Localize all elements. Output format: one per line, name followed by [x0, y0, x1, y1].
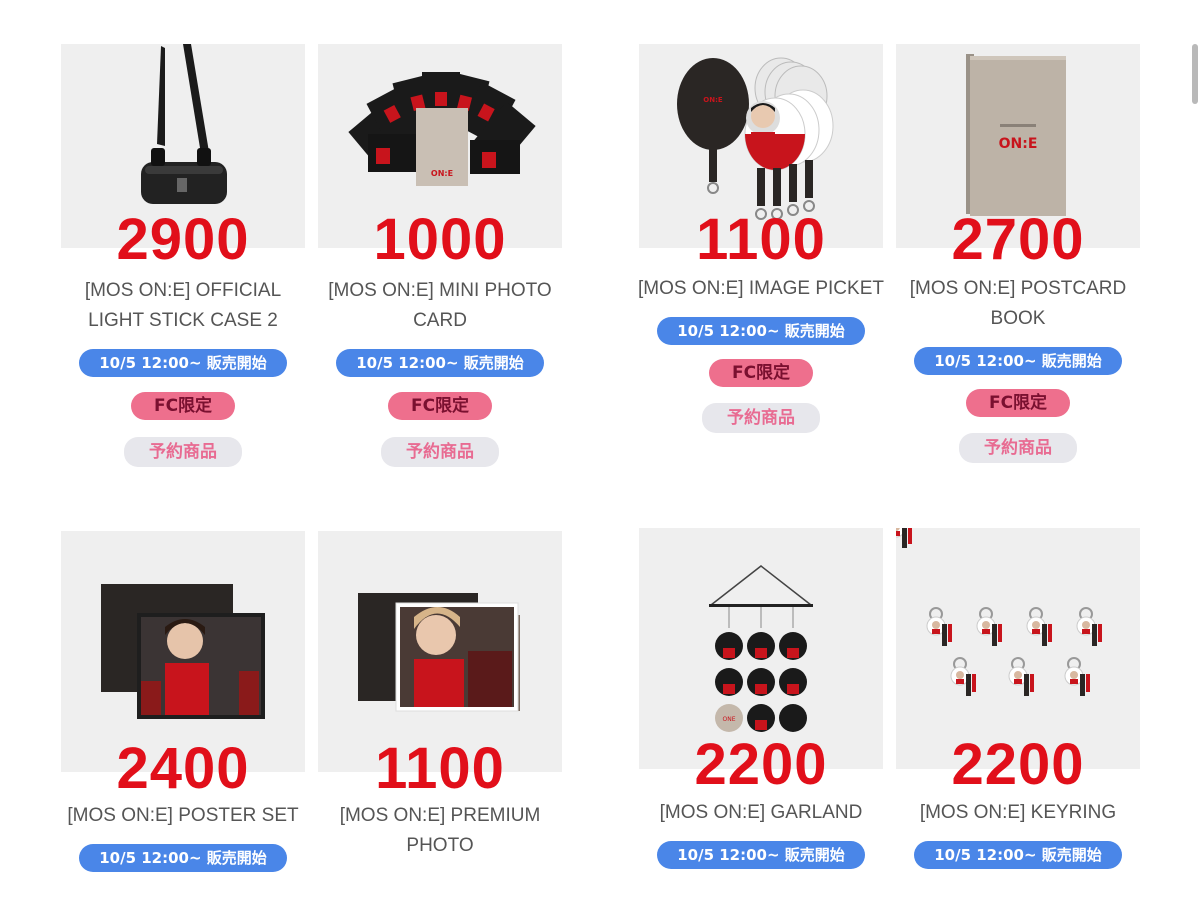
sale-start-badge: 10/5 12:00~ 販売開始	[79, 349, 287, 377]
product-price: 1100	[696, 207, 826, 272]
product-price: 1000	[373, 207, 507, 272]
sale-start-badge: 10/5 12:00~ 販売開始	[914, 347, 1122, 375]
product-card[interactable]: 2200 [MOS ON:E] KEYRING 10/5 12:00~ 販売開始	[896, 528, 1140, 869]
fc-limited-badge: FC限定	[388, 392, 492, 420]
product-price: 2200	[694, 732, 828, 797]
logo-text: ON:E	[431, 169, 453, 178]
logo-text: ONE	[722, 716, 735, 723]
scrollbar[interactable]	[1192, 44, 1198, 104]
product-card[interactable]: 2400 [MOS ON:E] POSTER SET 10/5 12:00~ 販…	[61, 531, 305, 872]
reservation-badge: 予約商品	[959, 433, 1077, 463]
product-title[interactable]: [MOS ON:E] KEYRING	[890, 798, 1146, 828]
product-title[interactable]: [MOS ON:E] IMAGE PICKET	[633, 274, 889, 304]
sale-start-badge: 10/5 12:00~ 販売開始	[657, 317, 865, 345]
product-price: 2400	[116, 736, 250, 801]
product-title[interactable]: [MOS ON:E] POSTER SET	[55, 801, 311, 831]
product-card[interactable]: ON:E 2700 [MOS ON:E] POSTCARD BOOK 10/5 …	[896, 44, 1140, 463]
sale-start-badge: 10/5 12:00~ 販売開始	[79, 844, 287, 872]
fc-limited-badge: FC限定	[131, 392, 235, 420]
product-price: 2900	[116, 207, 250, 272]
product-title[interactable]: [MOS ON:E] GARLAND	[633, 798, 889, 828]
product-title[interactable]: [MOS ON:E] PREMIUM PHOTO	[312, 801, 568, 861]
sale-start-badge: 10/5 12:00~ 販売開始	[336, 349, 544, 377]
fc-limited-badge: FC限定	[966, 389, 1070, 417]
sale-start-badge: 10/5 12:00~ 販売開始	[657, 841, 865, 869]
sale-start-badge: 10/5 12:00~ 販売開始	[914, 841, 1122, 869]
logo-text: ON:E	[703, 96, 723, 104]
fc-limited-badge: FC限定	[709, 359, 813, 387]
product-card[interactable]: ON:E 1100 [MOS ON:E] IMAGE PICKET 10/5 1…	[638, 44, 884, 433]
logo-text: ON:E	[999, 136, 1038, 152]
product-price: 2700	[951, 207, 1085, 272]
product-title[interactable]: [MOS ON:E] OFFICIAL LIGHT STICK CASE 2	[55, 276, 311, 336]
reservation-badge: 予約商品	[381, 437, 499, 467]
product-price: 1100	[375, 736, 505, 801]
product-card[interactable]: 1100 [MOS ON:E] PREMIUM PHOTO	[318, 531, 562, 856]
product-card[interactable]: 2900 [MOS ON:E] OFFICIAL LIGHT STICK CAS…	[61, 44, 305, 467]
reservation-badge: 予約商品	[124, 437, 242, 467]
product-title[interactable]: [MOS ON:E] POSTCARD BOOK	[890, 274, 1146, 334]
product-price: 2200	[951, 732, 1085, 797]
product-card[interactable]: ON:E 1000 [MOS ON:E] MINI PHOTO CARD 10/…	[318, 44, 562, 467]
product-card[interactable]: ONE 2200 [MOS ON:E] GARLAND 10/5 12:00~ …	[639, 528, 883, 869]
product-title[interactable]: [MOS ON:E] MINI PHOTO CARD	[312, 276, 568, 336]
reservation-badge: 予約商品	[702, 403, 820, 433]
